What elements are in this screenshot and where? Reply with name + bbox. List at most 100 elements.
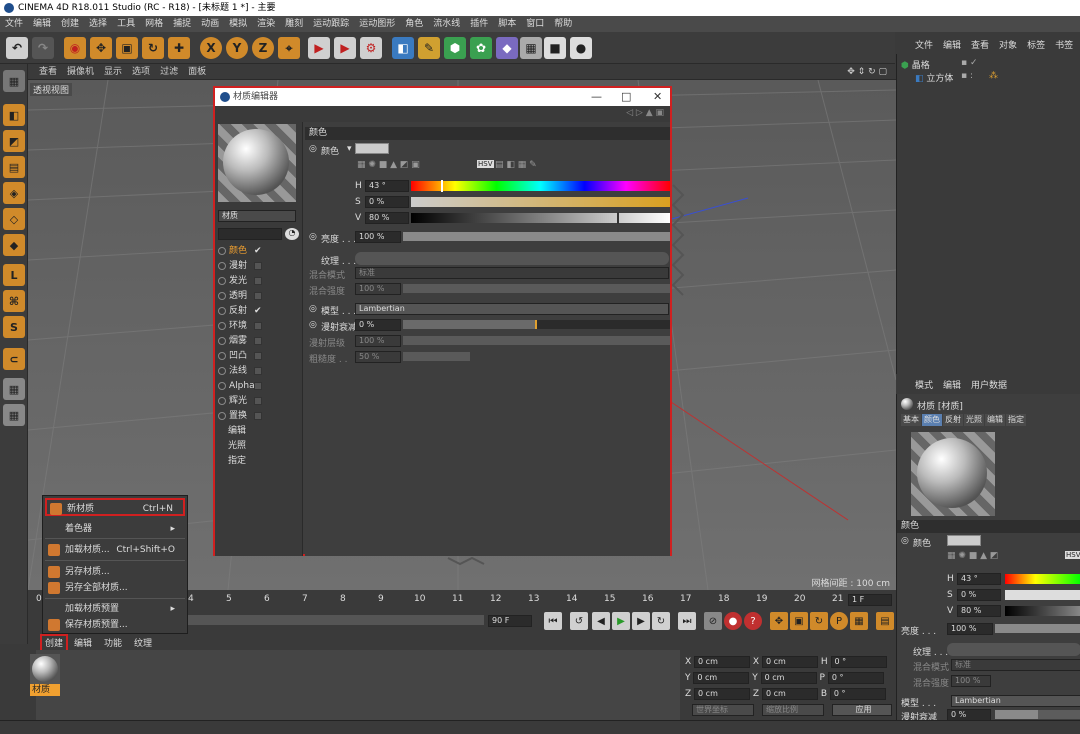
color-expand-icon[interactable]: ▾ [347, 144, 352, 154]
attr-tab-color[interactable]: 颜色 [922, 414, 942, 426]
menu-select[interactable]: 选择 [84, 16, 112, 32]
snap-icon[interactable]: ⊂ [3, 348, 25, 370]
channel-reflectance[interactable]: 反射 ✔ [218, 304, 302, 319]
attr-texture-slot[interactable] [947, 643, 1080, 656]
texture-slot[interactable] [355, 252, 669, 265]
texture-mode-icon[interactable]: ◩ [3, 130, 25, 152]
value-field[interactable]: 80 % [365, 212, 409, 224]
attr-tab-assignment[interactable]: 指定 [1006, 414, 1026, 426]
attr-color-radio-icon[interactable]: ◎ [901, 536, 909, 546]
channel-color-check[interactable]: ✔ [254, 244, 262, 259]
render-picture-viewer-icon[interactable]: ▶ [334, 37, 356, 59]
viewport-nav-icons[interactable]: ✥ ⇕ ↻ ▢ [842, 64, 892, 80]
material-picker-icon[interactable]: ◔ [285, 228, 299, 240]
brightness-radio-icon[interactable]: ◎ [309, 232, 317, 242]
hue-slider-handle[interactable] [441, 180, 443, 192]
material-name-field[interactable]: 材质 [218, 210, 296, 222]
make-editable-icon[interactable]: ▦ [3, 70, 25, 92]
attr-brightness-slider[interactable] [995, 624, 1080, 633]
attr-value-field[interactable]: 80 % [957, 605, 1001, 617]
close-icon[interactable]: ✕ [653, 88, 662, 106]
mix-mode-dropdown[interactable]: 标准 [355, 267, 669, 279]
menu-render[interactable]: 渲染 [252, 16, 280, 32]
om-menu-tags[interactable]: 标签 [1022, 38, 1050, 54]
deformer-icon[interactable]: ◆ [496, 37, 518, 59]
key-position-icon[interactable]: ✥ [770, 612, 788, 630]
scale-icon[interactable]: ▣ [116, 37, 138, 59]
undo-icon[interactable]: ↶ [6, 37, 28, 59]
brightness-field[interactable]: 100 % [355, 231, 401, 243]
channel-displacement-check[interactable] [254, 412, 262, 420]
next-frame-icon[interactable]: ▶ [632, 612, 650, 630]
move-icon[interactable]: ✥ [90, 37, 112, 59]
color-radio-icon[interactable]: ◎ [309, 144, 317, 154]
hsv-mode-button[interactable]: HSV [477, 160, 494, 168]
channel-fog[interactable]: 烟雾 [218, 334, 302, 349]
am-menu-edit[interactable]: 编辑 [938, 378, 966, 394]
channel-glow-check[interactable] [254, 397, 262, 405]
roughness-field[interactable]: 50 % [355, 351, 401, 363]
channel-reflectance-check[interactable]: ✔ [254, 304, 262, 319]
channel-environment[interactable]: 环境 [218, 319, 302, 334]
attr-mix-strength-field[interactable]: 100 % [951, 675, 991, 687]
coordinate-system-icon[interactable]: ⌖ [278, 37, 300, 59]
vp-menu-cameras[interactable]: 摄像机 [62, 64, 99, 80]
value-slider-handle[interactable] [617, 212, 619, 224]
menu-create[interactable]: 创建 [56, 16, 84, 32]
maximize-icon[interactable]: □ [621, 88, 631, 106]
hue-field[interactable]: 43 ° [365, 180, 409, 192]
menu-sculpt[interactable]: 雕刻 [280, 16, 308, 32]
om-menu-edit[interactable]: 编辑 [938, 38, 966, 54]
channel-editor[interactable]: 编辑 [218, 424, 302, 439]
vp-menu-display[interactable]: 显示 [99, 64, 127, 80]
menu-item-save-material-preset[interactable]: 保存材质预置... [45, 616, 185, 634]
axis-mode-icon[interactable]: L [3, 264, 25, 286]
channel-transparency[interactable]: 透明 [218, 289, 302, 304]
attr-material-preview[interactable] [911, 432, 995, 516]
key-parameter-icon[interactable]: P [830, 612, 848, 630]
attr-color-swatch[interactable] [947, 535, 981, 546]
render-view-icon[interactable]: ▶ [308, 37, 330, 59]
vp-menu-panel[interactable]: 面板 [183, 64, 211, 80]
menu-script[interactable]: 脚本 [493, 16, 521, 32]
menu-motion-tracking[interactable]: 运动跟踪 [308, 16, 354, 32]
workplane-icon[interactable]: ▤ [3, 156, 25, 178]
attr-model-dropdown[interactable]: Lambertian [951, 695, 1080, 707]
menu-character[interactable]: 角色 [400, 16, 428, 32]
menu-mesh[interactable]: 网格 [140, 16, 168, 32]
model-mode-icon[interactable]: ◧ [3, 104, 25, 126]
menu-file[interactable]: 文件 [0, 16, 28, 32]
attr-tab-basic[interactable]: 基本 [901, 414, 921, 426]
light-icon[interactable]: ● [570, 37, 592, 59]
attr-hsv-button[interactable]: HSV [1065, 551, 1080, 559]
attr-falloff-field[interactable]: 0 % [947, 709, 991, 720]
channel-bump[interactable]: 凹凸 [218, 349, 302, 364]
menu-help[interactable]: 帮助 [549, 16, 577, 32]
material-tag-icon[interactable]: ⁂ [989, 71, 998, 81]
am-menu-user-data[interactable]: 用户数据 [966, 378, 1012, 394]
channel-alpha[interactable]: Alpha [218, 379, 302, 394]
attr-brightness-field[interactable]: 100 % [947, 623, 993, 635]
lock-workplane-icon[interactable]: ▦ [3, 378, 25, 400]
polygons-mode-icon[interactable]: ◆ [3, 234, 25, 256]
previous-key-icon[interactable]: ↺ [570, 612, 588, 630]
mix-strength-slider[interactable] [403, 284, 670, 293]
points-mode-icon[interactable]: ◈ [3, 182, 25, 204]
channel-normal-check[interactable] [254, 367, 262, 375]
cube-icon[interactable]: ◧ [392, 37, 414, 59]
key-scale-icon[interactable]: ▣ [790, 612, 808, 630]
pen-spline-icon[interactable]: ✎ [418, 37, 440, 59]
menu-animate[interactable]: 动画 [196, 16, 224, 32]
planar-workplane-icon[interactable]: ▦ [3, 404, 25, 426]
tweak-mode-icon[interactable]: ⌘ [3, 290, 25, 312]
channel-displacement[interactable]: 置换 [218, 409, 302, 424]
record-active-icon[interactable]: ● [724, 612, 742, 630]
om-menu-bookmarks[interactable]: 书签 [1050, 38, 1078, 54]
go-to-start-icon[interactable]: ⏮ [544, 612, 562, 630]
navigation-arrows-icon[interactable]: ◁ ▷ ▲ ▣ [626, 108, 664, 118]
model-radio-icon[interactable]: ◎ [309, 304, 317, 314]
vp-menu-filter[interactable]: 过滤 [155, 64, 183, 80]
y-axis-button[interactable]: Y [226, 37, 248, 59]
timeline-window-icon[interactable]: ▤ [876, 612, 894, 630]
visibility-toggle-icon[interactable]: ▪ ✓ [961, 58, 978, 68]
